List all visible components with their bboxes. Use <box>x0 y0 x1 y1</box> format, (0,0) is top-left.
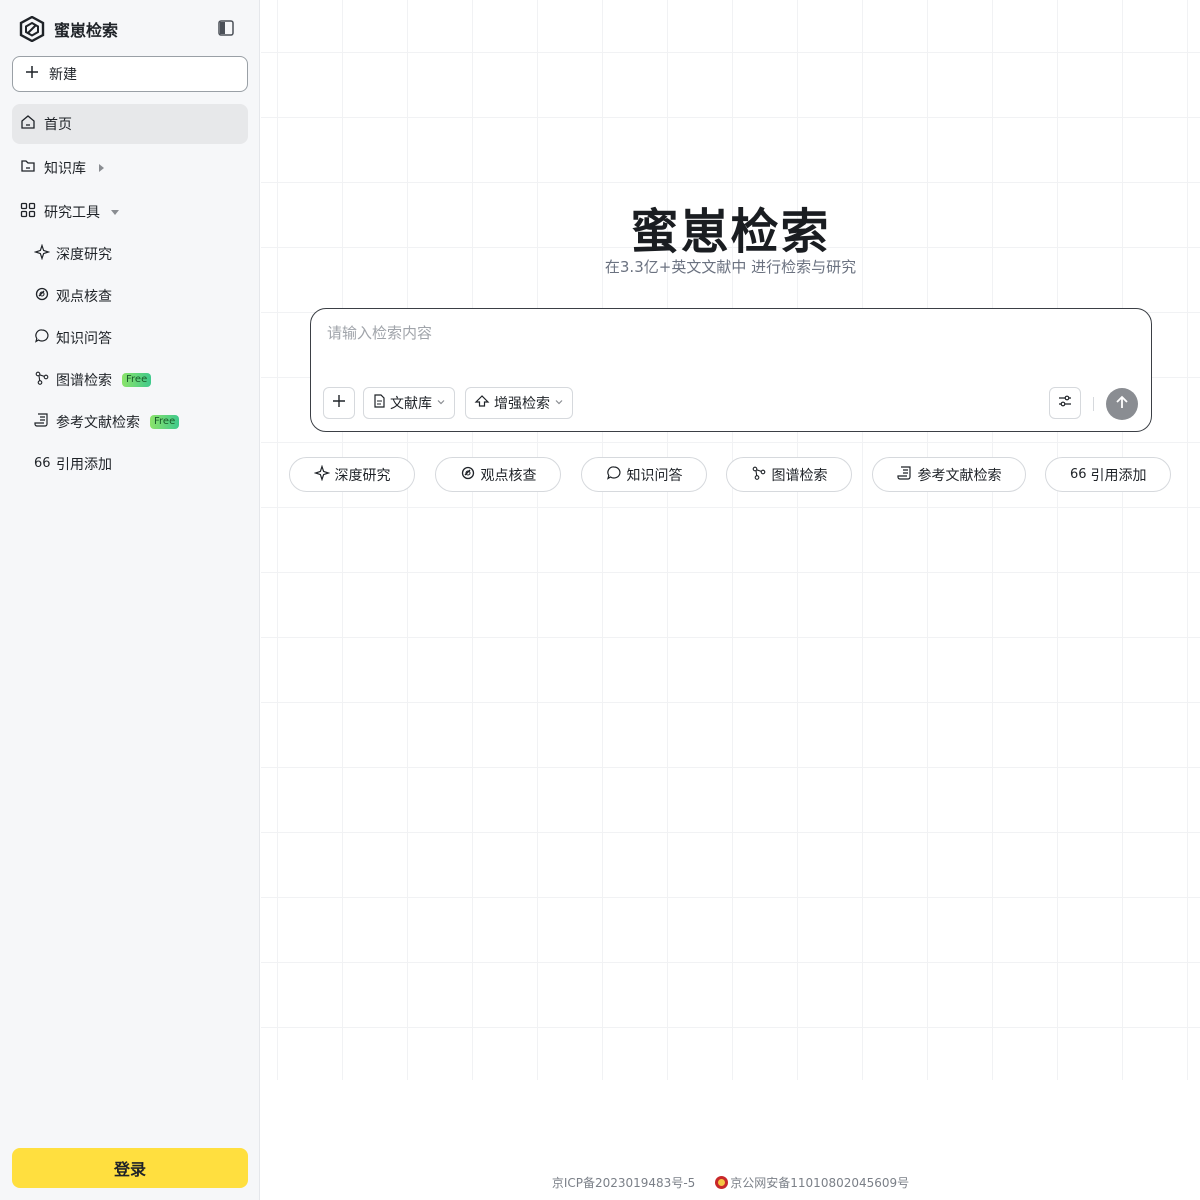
new-button[interactable]: 新建 <box>12 56 248 92</box>
login-button[interactable]: 登录 <box>12 1148 248 1188</box>
folder-icon <box>20 158 36 178</box>
sidebar: 蜜崽检索 新建 首页 知识库 研究工具 深度研究 观点核查 知识问答 图谱检索 … <box>0 0 260 1200</box>
brand-name: 蜜崽检索 <box>54 21 119 40</box>
chip-label: 引用添加 <box>1090 467 1147 484</box>
quote-icon: 66 <box>1070 465 1087 485</box>
sidebar-tool-label: 参考文献检索 <box>56 415 140 431</box>
sidebar-item-home[interactable]: 首页 <box>12 104 248 144</box>
check-circle-icon <box>34 286 50 306</box>
sparkle-icon <box>313 464 330 485</box>
chip-reference-search[interactable]: 参考文献检索 <box>872 457 1026 492</box>
plus-icon <box>332 394 346 412</box>
chip-label: 图谱检索 <box>771 467 828 484</box>
chip-label: 观点核查 <box>480 467 537 484</box>
sidebar-tool-label: 深度研究 <box>56 247 112 263</box>
caret-down-icon[interactable] <box>110 207 120 217</box>
sidebar-item-label: 知识库 <box>44 161 86 177</box>
sidebar-tool-knowledge-qa[interactable]: 知识问答 <box>34 324 112 352</box>
sidebar-tool-label: 知识问答 <box>56 331 112 347</box>
chip-deep-research[interactable]: 深度研究 <box>289 457 415 492</box>
sliders-icon <box>1057 393 1073 413</box>
chip-graph-search[interactable]: 图谱检索 <box>726 457 852 492</box>
chip-label: 知识问答 <box>626 467 683 484</box>
chip-knowledge-qa[interactable]: 知识问答 <box>581 457 707 492</box>
enhanced-search-select[interactable]: 增强检索 <box>465 387 573 419</box>
send-button[interactable] <box>1106 388 1138 420</box>
main-content: 蜜崽检索 在3.3亿+英文文献中 进行检索与研究 文献库 增强检索 <box>261 0 1200 1200</box>
quote-icon: 66 <box>34 454 51 474</box>
document-icon <box>372 394 386 412</box>
scroll-icon <box>896 465 913 485</box>
police-emblem-icon <box>715 1176 729 1189</box>
sidebar-tool-label: 观点核查 <box>56 289 112 305</box>
upload-arrow-icon <box>474 394 490 412</box>
page-title: 蜜崽检索 <box>630 204 831 260</box>
scroll-icon <box>34 412 50 432</box>
footer: 京ICP备2023019483号-5 京公网安备11010802045609号 <box>261 1174 1200 1191</box>
enhanced-search-label: 增强检索 <box>494 396 550 412</box>
police-record-text: 京公网安备11010802045609号 <box>730 1176 910 1190</box>
chevron-down-icon <box>436 395 446 411</box>
sidebar-tool-deep-research[interactable]: 深度研究 <box>33 240 112 268</box>
chip-cite-add[interactable]: 66 引用添加 <box>1045 457 1171 492</box>
check-circle-icon <box>460 465 476 485</box>
brand-logo-icon <box>18 15 46 43</box>
chevron-down-icon <box>554 395 564 411</box>
police-record-link[interactable]: 京公网安备11010802045609号 <box>715 1174 909 1191</box>
icp-link[interactable]: 京ICP备2023019483号-5 <box>552 1174 695 1191</box>
sidebar-tool-fact-check[interactable]: 观点核查 <box>34 282 112 310</box>
chat-bubble-icon <box>606 465 622 485</box>
brand[interactable]: 蜜崽检索 <box>18 14 118 44</box>
sidebar-item-knowledge-base[interactable]: 知识库 <box>12 148 248 188</box>
chip-label: 参考文献检索 <box>917 467 1002 484</box>
filter-settings-button[interactable] <box>1049 387 1081 419</box>
svg-text:66: 66 <box>1070 467 1086 481</box>
toolbar-divider <box>1093 397 1094 411</box>
graph-icon <box>751 465 767 485</box>
home-icon <box>20 114 36 134</box>
sidebar-item-research-tools[interactable]: 研究工具 <box>12 192 248 232</box>
attach-button[interactable] <box>323 387 355 419</box>
sidebar-toggle-icon[interactable] <box>216 18 236 38</box>
chat-bubble-icon <box>34 328 50 348</box>
new-button-label: 新建 <box>49 67 77 83</box>
sidebar-tool-cite-add[interactable]: 66 引用添加 <box>34 450 112 478</box>
page-subtitle: 在3.3亿+英文文献中 进行检索与研究 <box>604 258 857 276</box>
sidebar-tool-graph-search[interactable]: 图谱检索 Free <box>34 366 152 394</box>
sidebar-item-label: 研究工具 <box>44 205 100 221</box>
caret-right-icon[interactable] <box>96 163 106 173</box>
free-badge: Free <box>150 415 180 429</box>
sparkle-icon <box>33 243 51 264</box>
arrow-up-icon <box>1114 394 1130 414</box>
chip-fact-check[interactable]: 观点核查 <box>435 457 561 492</box>
grid-background <box>261 0 1200 1080</box>
chip-label: 深度研究 <box>334 467 391 484</box>
graph-icon <box>34 370 50 390</box>
sidebar-tool-reference-search[interactable]: 参考文献检索 Free <box>34 408 180 436</box>
sidebar-tool-label: 引用添加 <box>56 457 112 473</box>
plus-icon <box>25 65 39 83</box>
free-badge: Free <box>122 373 152 387</box>
grid-icon <box>20 202 36 222</box>
library-select-label: 文献库 <box>390 396 432 412</box>
library-select[interactable]: 文献库 <box>363 387 455 419</box>
search-input[interactable] <box>327 321 1127 345</box>
sidebar-item-label: 首页 <box>44 117 72 133</box>
search-box: 文献库 增强检索 <box>310 308 1152 432</box>
svg-text:66: 66 <box>34 456 50 470</box>
sidebar-tool-label: 图谱检索 <box>56 373 112 389</box>
